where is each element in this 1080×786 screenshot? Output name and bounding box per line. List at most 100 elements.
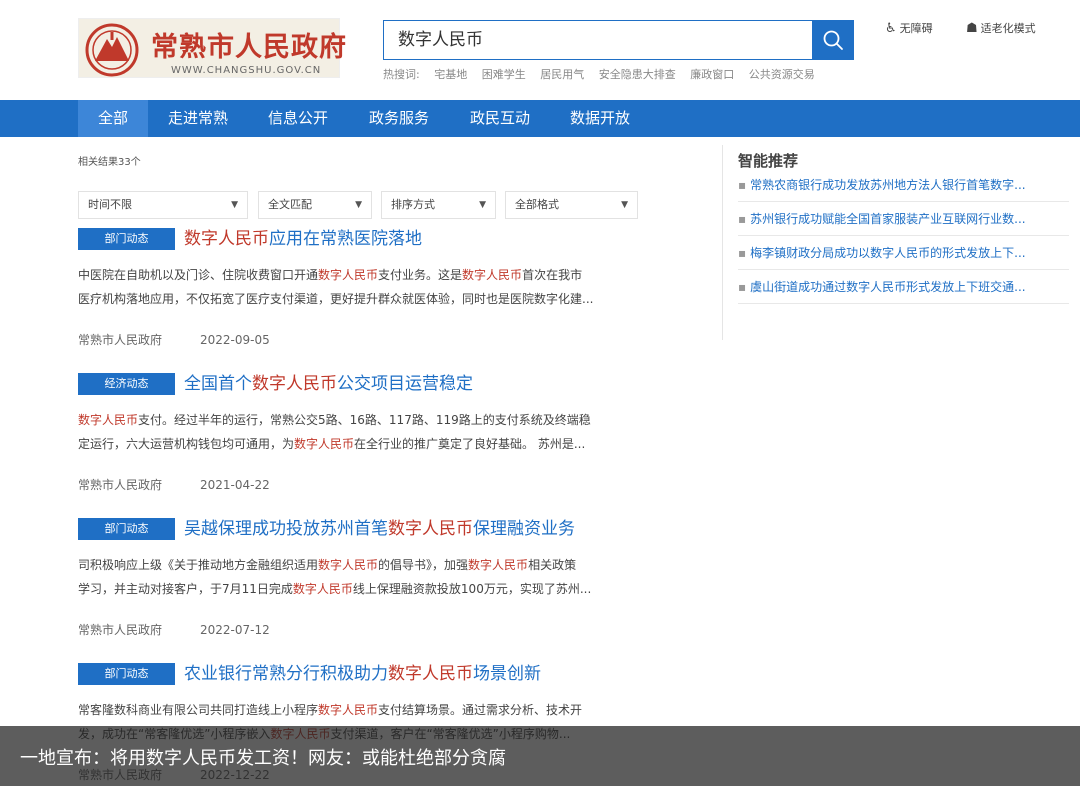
category-badge[interactable]: 经济动态 bbox=[78, 373, 175, 395]
search-icon bbox=[823, 30, 843, 50]
nav-item-interaction[interactable]: 政民互动 bbox=[460, 100, 540, 137]
result-date: 2021-04-22 bbox=[200, 478, 270, 492]
nav-item-data[interactable]: 数据开放 bbox=[560, 100, 640, 137]
hot-search-item[interactable]: 廉政窗口 bbox=[690, 68, 734, 81]
title-text: 场景创新 bbox=[473, 664, 541, 684]
keyword-highlight: 数字人民币 bbox=[318, 268, 379, 282]
page: 常熟市人民政府 WWW.CHANGSHU.GOV.CN 数字人民币 热搜词: 宅… bbox=[0, 0, 1080, 786]
snippet-text: 司积极响应上级《关于推动地方金融组织适用 bbox=[78, 558, 319, 572]
snippet-text: 定运行，六大运营机构钱包均可通用，为 bbox=[78, 437, 295, 451]
snippet-text: 常客隆数科商业有限公司共同打造线上小程序 bbox=[78, 703, 319, 717]
snippet-line: 中医院在自助机以及门诊、住院收费窗口开通数字人民币支付业务。这是数字人民币首次在… bbox=[78, 263, 648, 287]
elderly-mode-label: 适老化模式 bbox=[980, 22, 1036, 35]
recommend-item-label: 梅李镇财政分局成功以数字人民币的形式发放上下... bbox=[750, 246, 1026, 260]
nav-item-services[interactable]: 政务服务 bbox=[359, 100, 439, 137]
result-snippet: 中医院在自助机以及门诊、住院收费窗口开通数字人民币支付业务。这是数字人民币首次在… bbox=[78, 263, 648, 311]
hot-search-item[interactable]: 公共资源交易 bbox=[749, 68, 815, 81]
caption-overlay: 一地宣布：将用数字人民币发工资！网友：或能杜绝部分贪腐 bbox=[0, 726, 1080, 786]
snippet-text: 在全行业的推广奠定了良好基础。 苏州是... bbox=[354, 437, 586, 451]
result-count: 相关结果33个 bbox=[78, 157, 141, 168]
caret-down-icon: ▼ bbox=[479, 200, 486, 210]
site-logo[interactable]: 常熟市人民政府 WWW.CHANGSHU.GOV.CN bbox=[78, 18, 346, 78]
time-filter-value: 时间不限 bbox=[88, 198, 132, 211]
elderly-mode-link[interactable]: ☗ 适老化模式 bbox=[966, 20, 1036, 36]
keyword-highlight: 数字人民币 bbox=[388, 519, 473, 539]
result-title-link[interactable]: 数字人民币应用在常熟医院落地 bbox=[184, 224, 422, 249]
title-text: 吴越保理成功投放苏州首笔 bbox=[184, 519, 388, 539]
snippet-text: 支付。经过半年的运行，常熟公交5路、16路、117路、119路上的支付系统及终端… bbox=[138, 413, 591, 427]
category-badge[interactable]: 部门动态 bbox=[78, 663, 175, 685]
caret-down-icon: ▼ bbox=[621, 200, 628, 210]
snippet-text: 相关政策 bbox=[528, 558, 577, 572]
snippet-text: 的倡导书》，加强 bbox=[378, 558, 469, 572]
format-filter-select[interactable]: 全部格式 ▼ bbox=[505, 191, 638, 219]
recommend-item[interactable]: ▪ 虞山街道成功通过数字人民币形式发放上下班交通... bbox=[738, 270, 1069, 304]
recommend-item[interactable]: ▪ 梅李镇财政分局成功以数字人民币的形式发放上下... bbox=[738, 236, 1069, 270]
title-text: 公交项目运营稳定 bbox=[337, 374, 473, 394]
keyword-highlight: 数字人民币 bbox=[252, 374, 337, 394]
keyword-highlight: 数字人民币 bbox=[462, 268, 523, 282]
site-url: WWW.CHANGSHU.GOV.CN bbox=[171, 65, 322, 76]
snippet-text: 支付结算场景。通过需求分析、技术开 bbox=[378, 703, 583, 717]
snippet-line: 定运行，六大运营机构钱包均可通用，为数字人民币在全行业的推广奠定了良好基础。 苏… bbox=[78, 432, 648, 456]
snippet-text: 线上保理融资款投放100万元，实现了苏州... bbox=[352, 582, 592, 596]
hot-search-item[interactable]: 安全隐患大排查 bbox=[599, 68, 676, 81]
result-source: 常熟市人民政府 bbox=[78, 623, 163, 637]
recommend-item[interactable]: ▪ 苏州银行成功赋能全国首家服装产业互联网行业数... bbox=[738, 202, 1069, 236]
bullet-icon: ▪ bbox=[738, 178, 747, 192]
keyword-highlight: 数字人民币 bbox=[388, 664, 473, 684]
result-title-link[interactable]: 全国首个数字人民币公交项目运营稳定 bbox=[184, 369, 473, 394]
result-snippet: 数字人民币支付。经过半年的运行，常熟公交5路、16路、117路、119路上的支付… bbox=[78, 408, 648, 456]
hot-search-item[interactable]: 居民用气 bbox=[540, 68, 584, 81]
hot-search-list: 热搜词: 宅基地 困难学生 居民用气 安全隐患大排查 廉政窗口 公共资源交易 bbox=[383, 66, 826, 82]
caret-down-icon: ▼ bbox=[231, 200, 238, 210]
search-button[interactable] bbox=[812, 20, 854, 60]
result-title-link[interactable]: 农业银行常熟分行积极助力数字人民币场景创新 bbox=[184, 659, 541, 684]
hot-search-item[interactable]: 困难学生 bbox=[482, 68, 526, 81]
result-snippet: 司积极响应上级《关于推动地方金融组织适用数字人民币的倡导书》，加强数字人民币相关… bbox=[78, 553, 648, 601]
accessibility-link[interactable]: ♿ 无障碍 bbox=[885, 20, 933, 36]
result-meta: 常熟市人民政府 2022-09-05 bbox=[78, 331, 270, 348]
bullet-icon: ▪ bbox=[738, 280, 747, 294]
keyword-highlight: 数字人民币 bbox=[184, 229, 269, 249]
sort-filter-value: 排序方式 bbox=[391, 198, 435, 211]
recommend-item-label: 苏州银行成功赋能全国首家服装产业互联网行业数... bbox=[750, 212, 1026, 226]
category-badge[interactable]: 部门动态 bbox=[78, 228, 175, 250]
snippet-text: 医疗机构落地应用，不仅拓宽了医疗支付渠道，更好提升群众就医体验，同时也是医院数字… bbox=[78, 292, 594, 306]
title-text: 农业银行常熟分行积极助力 bbox=[184, 664, 388, 684]
result-meta: 常熟市人民政府 2022-07-12 bbox=[78, 621, 270, 638]
title-text: 应用在常熟医院落地 bbox=[269, 229, 422, 249]
nav-item-about[interactable]: 走进常熟 bbox=[158, 100, 238, 137]
keyword-highlight: 数字人民币 bbox=[318, 703, 379, 717]
result-date: 2022-09-05 bbox=[200, 333, 270, 347]
nav-item-info[interactable]: 信息公开 bbox=[258, 100, 338, 137]
snippet-text: 学习，并主动对接客户，于7月11日完成 bbox=[78, 582, 293, 596]
recommend-item[interactable]: ▪ 常熟农商银行成功发放苏州地方法人银行首笔数字... bbox=[738, 168, 1069, 202]
result-title-link[interactable]: 吴越保理成功投放苏州首笔数字人民币保理融资业务 bbox=[184, 514, 575, 539]
snippet-line: 司积极响应上级《关于推动地方金融组织适用数字人民币的倡导书》，加强数字人民币相关… bbox=[78, 553, 648, 577]
recommend-item-label: 常熟农商银行成功发放苏州地方法人银行首笔数字... bbox=[750, 178, 1026, 192]
nav-item-all[interactable]: 全部 bbox=[78, 100, 148, 137]
category-badge[interactable]: 部门动态 bbox=[78, 518, 175, 540]
hot-search-label: 热搜词: bbox=[383, 68, 420, 81]
result-source: 常熟市人民政府 bbox=[78, 478, 163, 492]
snippet-line: 学习，并主动对接客户，于7月11日完成数字人民币线上保理融资款投放100万元，实… bbox=[78, 577, 648, 601]
hot-search-item[interactable]: 宅基地 bbox=[434, 68, 467, 81]
snippet-text: 中医院在自助机以及门诊、住院收费窗口开通 bbox=[78, 268, 319, 282]
format-filter-value: 全部格式 bbox=[515, 198, 559, 211]
time-filter-select[interactable]: 时间不限 ▼ bbox=[78, 191, 248, 219]
result-date: 2022-07-12 bbox=[200, 623, 270, 637]
caret-down-icon: ▼ bbox=[355, 200, 362, 210]
sort-filter-select[interactable]: 排序方式 ▼ bbox=[381, 191, 496, 219]
caption-text: 一地宣布：将用数字人民币发工资！网友：或能杜绝部分贪腐 bbox=[20, 748, 506, 769]
main-nav: 全部 走进常熟 信息公开 政务服务 政民互动 数据开放 bbox=[0, 100, 1080, 137]
snippet-line: 数字人民币支付。经过半年的运行，常熟公交5路、16路、117路、119路上的支付… bbox=[78, 408, 648, 432]
keyword-highlight: 数字人民币 bbox=[468, 558, 529, 572]
snippet-line: 常客隆数科商业有限公司共同打造线上小程序数字人民币支付结算场景。通过需求分析、技… bbox=[78, 698, 648, 722]
title-text: 保理融资业务 bbox=[473, 519, 575, 539]
recommend-item-label: 虞山街道成功通过数字人民币形式发放上下班交通... bbox=[750, 280, 1026, 294]
accessibility-label: 无障碍 bbox=[899, 22, 933, 35]
match-filter-select[interactable]: 全文匹配 ▼ bbox=[258, 191, 372, 219]
keyword-highlight: 数字人民币 bbox=[78, 413, 139, 427]
search-input[interactable]: 数字人民币 bbox=[383, 20, 813, 60]
